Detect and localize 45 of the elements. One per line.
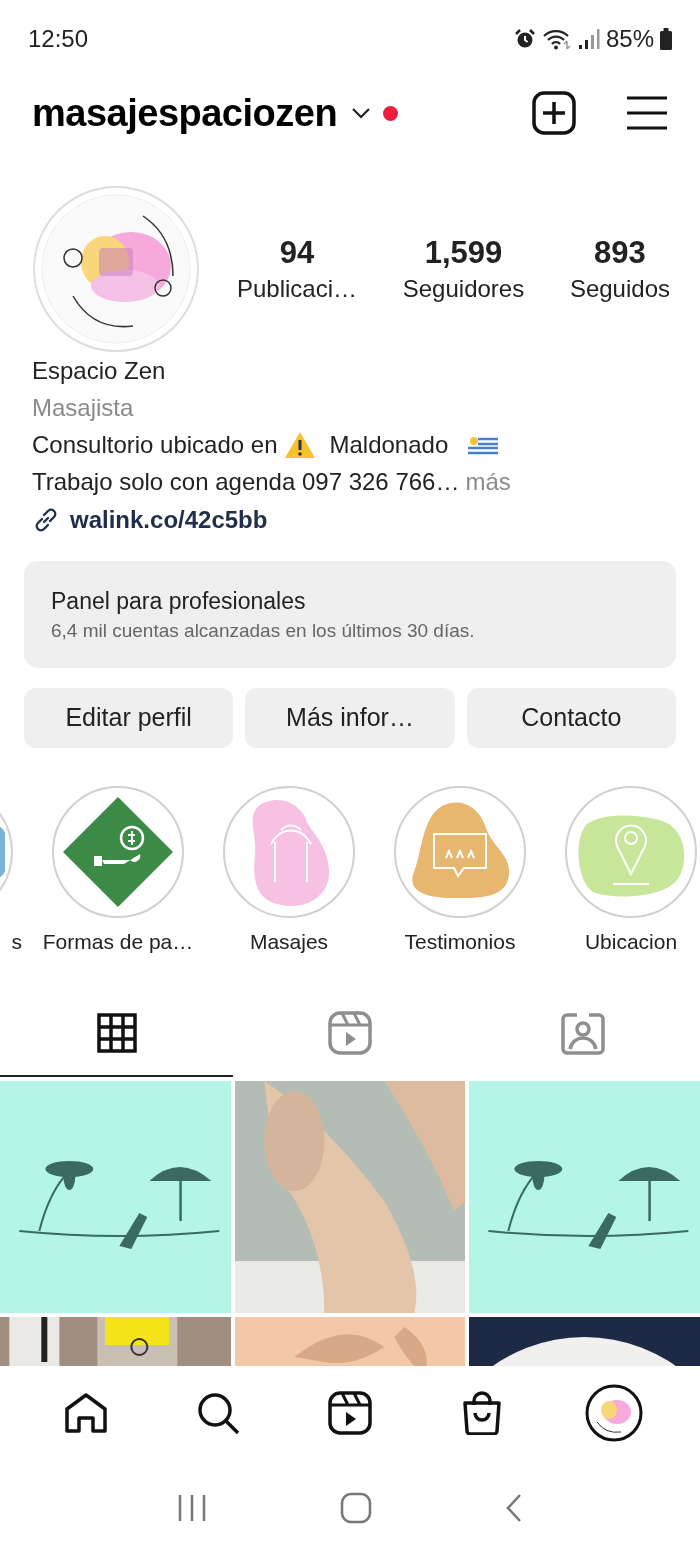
tagged-person-icon xyxy=(561,1011,606,1055)
flag-icon xyxy=(468,434,499,455)
bio-text: Consultorio ubicado en xyxy=(32,430,278,460)
profile-button[interactable]: Editar perfil xyxy=(24,688,234,748)
reels-icon[interactable] xyxy=(328,1391,372,1435)
home-icon[interactable] xyxy=(64,1392,108,1434)
profile-category: Masajista xyxy=(32,393,134,423)
home-button-icon[interactable] xyxy=(340,1492,372,1524)
profile-button[interactable]: Contacto xyxy=(466,688,676,748)
grid-icon xyxy=(96,1013,137,1053)
stat-count[interactable]: 94 xyxy=(279,233,315,273)
chevron-down-icon[interactable] xyxy=(351,107,372,119)
highlight-label[interactable]: Ubicacion xyxy=(584,929,678,955)
menu-icon[interactable] xyxy=(626,95,668,131)
stat-count[interactable]: 1,599 xyxy=(424,233,503,273)
clock-time: 12:50 xyxy=(28,24,89,54)
stat-label[interactable]: Seguidos xyxy=(569,273,670,305)
panel-subtitle: 6,4 mil cuentas alcanzadas en los últimos 30 días. xyxy=(51,618,476,643)
stat-count[interactable]: 893 xyxy=(594,233,646,273)
back-icon[interactable] xyxy=(505,1493,524,1523)
highlight-label[interactable]: Masajes xyxy=(249,929,329,955)
highlight-label[interactable]: Testimonios xyxy=(404,929,516,955)
reels-icon xyxy=(328,1011,372,1055)
recent-apps-icon[interactable] xyxy=(176,1494,207,1522)
wifi-icon xyxy=(541,28,572,50)
stat-label[interactable]: Publicaci… xyxy=(237,273,358,305)
alarm-icon xyxy=(513,28,536,50)
bio-text: Trabajo solo con agenda 097 326 766… xyxy=(32,467,460,497)
stat-label[interactable]: Seguidores xyxy=(402,273,525,305)
add-icon[interactable] xyxy=(532,91,576,135)
profile-link[interactable]: walink.co/42c5bb xyxy=(70,501,268,538)
signal-icon xyxy=(577,28,600,50)
shopping-bag-icon[interactable] xyxy=(461,1391,503,1435)
warning-icon xyxy=(283,430,316,459)
search-icon[interactable] xyxy=(196,1391,240,1435)
username[interactable]: masajespaciozen xyxy=(32,84,338,142)
profile-name: Espacio Zen xyxy=(32,356,166,386)
battery-percent: 85% xyxy=(605,24,654,54)
profile-button[interactable]: Más infor… xyxy=(245,688,455,748)
dashboard-panel[interactable]: Panel para profesionales 6,4 mil cuentas alcanzadas en los últimos 30 días. xyxy=(24,561,676,668)
bio-text: Maldonado xyxy=(329,430,449,460)
panel-title: Panel para profesionales xyxy=(51,586,307,616)
highlight-label[interactable]: Formas de pa… xyxy=(42,929,194,955)
battery-icon xyxy=(660,28,672,50)
highlight-label[interactable]: s xyxy=(11,929,22,955)
